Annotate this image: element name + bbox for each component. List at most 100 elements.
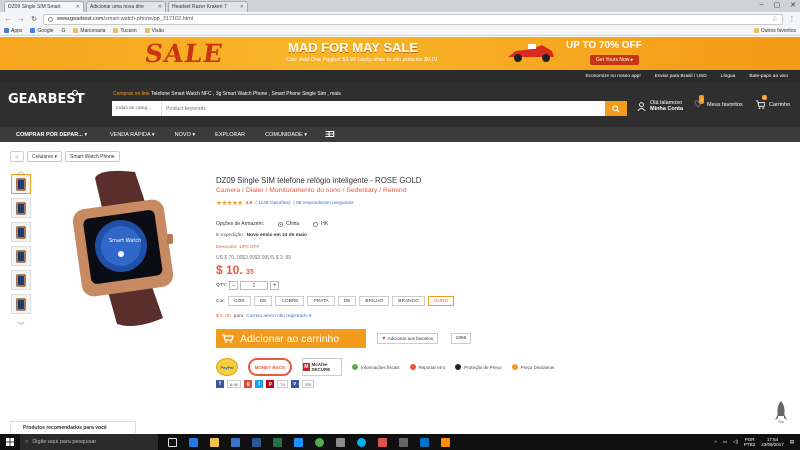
media-icon[interactable] (378, 437, 387, 447)
thumbnail[interactable] (11, 270, 31, 290)
taskbar-search[interactable]: ○ Digite aqui para pesquisar (20, 434, 158, 450)
color-chip[interactable]: PRATA (307, 296, 335, 306)
menu-icon[interactable]: ⋮ (788, 15, 796, 23)
pinterest-icon[interactable]: p (266, 380, 275, 388)
thumbnail[interactable] (11, 174, 31, 194)
bookmark-tucson[interactable]: Tucson (113, 28, 137, 34)
breadcrumb-item[interactable]: Celulares ▾ (27, 151, 63, 162)
tray-up-icon[interactable]: ^ (715, 440, 717, 445)
favorites-button[interactable]: ♡ 2 Meus favoritos (694, 95, 743, 109)
skype-icon[interactable] (357, 437, 366, 447)
maximize-icon[interactable]: ▢ (774, 1, 781, 9)
tax-info-link[interactable]: Informações fiscais (352, 364, 400, 370)
search-button[interactable] (605, 101, 627, 116)
thumbnail[interactable] (11, 246, 31, 266)
photos-icon[interactable] (441, 437, 450, 447)
price-disclaimer-link[interactable]: Preço Disclaimer (511, 364, 555, 370)
close-icon[interactable]: ✕ (240, 4, 244, 10)
warehouse-option-hk[interactable]: HK (313, 221, 328, 227)
browser-tab-1[interactable]: Adicionar uma nova dire ✕ (86, 1, 387, 339)
twitter-icon[interactable]: t (255, 380, 264, 388)
excel-icon[interactable] (273, 437, 282, 447)
product-main-image[interactable]: Smart Watch (55, 168, 190, 328)
search-category-select[interactable]: todas as categ... (112, 101, 162, 116)
bookmark-g[interactable]: G (62, 28, 66, 34)
store-icon[interactable] (231, 437, 240, 447)
reload-icon[interactable]: ↻ (30, 15, 38, 23)
color-chip[interactable]: BRANCO (392, 296, 425, 306)
shop-by-department[interactable]: COMPRAR POR DEPAR... ▾ (0, 127, 100, 142)
chevron-down-icon[interactable]: ﹀ (17, 321, 25, 331)
ie-icon[interactable] (294, 437, 303, 447)
back-icon[interactable]: ← (4, 16, 12, 23)
network-icon[interactable]: ▭ (723, 439, 727, 445)
color-chip[interactable]: DE (253, 296, 273, 306)
color-chip-selected[interactable]: OURO (427, 296, 455, 306)
breadcrumb-home[interactable]: ⌂ (10, 151, 24, 162)
task-view-icon[interactable] (168, 437, 177, 447)
notifications-icon[interactable]: ▤ (790, 439, 794, 445)
nav-new[interactable]: NOVO ▾ (165, 132, 206, 138)
word-icon[interactable] (252, 437, 261, 447)
vk-icon[interactable]: v (290, 380, 299, 388)
add-to-cart-button[interactable]: Adicionar ao carrinho (216, 329, 366, 348)
browser-tab-0[interactable]: DZ09 Single SIM Smart ✕ (4, 1, 387, 339)
chrome-icon[interactable] (315, 437, 324, 447)
add-to-favorites-button[interactable]: ♥ Adicionar aos favoritos (377, 333, 439, 344)
bookmark-google[interactable]: Google (30, 28, 54, 34)
bookmark-other[interactable]: Outros favoritos (753, 28, 796, 34)
browser-tab-2[interactable]: Headset Razer Kraken 7 ✕ (168, 1, 387, 339)
report-error-link[interactable]: Reportar erro (409, 364, 445, 370)
windows-start-icon[interactable] (0, 434, 20, 450)
nav-community[interactable]: COMUNIDADE ▾ (255, 132, 317, 138)
close-icon[interactable]: ✕ (158, 4, 162, 10)
bookmark-marcenaria[interactable]: Marcenaria (73, 28, 105, 34)
clock[interactable]: 17:54 23/05/2017 (761, 437, 784, 447)
forward-icon[interactable]: → (17, 16, 25, 23)
banner-cta-button[interactable]: Get Yours Now ▸ (590, 55, 640, 65)
color-chip[interactable]: DE (337, 296, 357, 306)
color-chip[interactable]: COBRE (275, 296, 305, 306)
url-field[interactable]: www.gearbest.com/smart-watch-phone/pp_31… (43, 13, 783, 25)
thumbnail[interactable] (11, 222, 31, 242)
outlook-icon[interactable] (420, 437, 429, 447)
facebook-icon[interactable]: f (216, 380, 224, 388)
qty-input[interactable]: 1 (239, 281, 268, 290)
cart-button[interactable]: 0 Carrinho (756, 95, 790, 109)
bookmark-visao[interactable]: Visão (144, 28, 164, 34)
close-window-icon[interactable]: ✕ (790, 1, 796, 9)
color-chip[interactable]: BRILHO (359, 296, 390, 306)
language-selector[interactable]: Língua (721, 74, 736, 79)
bookmark-apps[interactable]: Apps (4, 28, 22, 34)
volume-icon[interactable]: ◁) (733, 439, 738, 445)
app-link[interactable]: Economize no nosso app! (585, 74, 640, 79)
color-chip[interactable]: COR (228, 296, 251, 306)
thumbnail[interactable] (11, 198, 31, 218)
warehouse-option-china[interactable]: China (278, 221, 299, 227)
hot-search-terms[interactable]: Telefone Smart Watch NFC , 3g Smart Watc… (151, 91, 341, 97)
edge-icon[interactable] (189, 437, 198, 447)
sale-banner[interactable]: SALE MAD FOR MAY SALE Coo: Add-One Payju… (0, 37, 800, 70)
nav-brand-logo[interactable]: ƎƎ (325, 130, 335, 139)
back-to-top-rocket-icon[interactable]: Top (774, 400, 788, 424)
qty-increase-button[interactable]: + (269, 281, 279, 290)
minimize-icon[interactable]: – (760, 1, 764, 9)
search-input[interactable] (162, 101, 605, 116)
ship-to-selector[interactable]: Enviar para Brasil / USD (655, 74, 707, 79)
questions-link[interactable]: | 98 responderam perguntas (293, 201, 353, 206)
file-explorer-icon[interactable] (210, 437, 219, 447)
qty-decrease-button[interactable]: − (228, 281, 238, 290)
breadcrumb-item[interactable]: Smart Watch Phone (65, 151, 120, 162)
reviews-link[interactable]: ( 1149 Opiniões) (255, 201, 290, 206)
account-menu[interactable]: Olá lalamoso Minha Conta (637, 100, 683, 112)
google-plus-icon[interactable]: g (244, 380, 253, 388)
calculator-icon[interactable] (399, 437, 408, 447)
live-chat-link[interactable]: Bate-papo ao vivo (749, 74, 788, 79)
bookmark-star-icon[interactable]: ☆ (772, 15, 778, 23)
price-protection-link[interactable]: Proteção de Preço (455, 364, 502, 370)
nav-flash-sale[interactable]: VENDA RÁPIDA ▾ (100, 132, 165, 138)
app-icon[interactable] (336, 437, 345, 447)
input-language[interactable]: POR PTB2 (744, 437, 755, 447)
nav-explore[interactable]: EXPLORAR (205, 132, 255, 138)
thumbnail[interactable] (11, 294, 31, 314)
